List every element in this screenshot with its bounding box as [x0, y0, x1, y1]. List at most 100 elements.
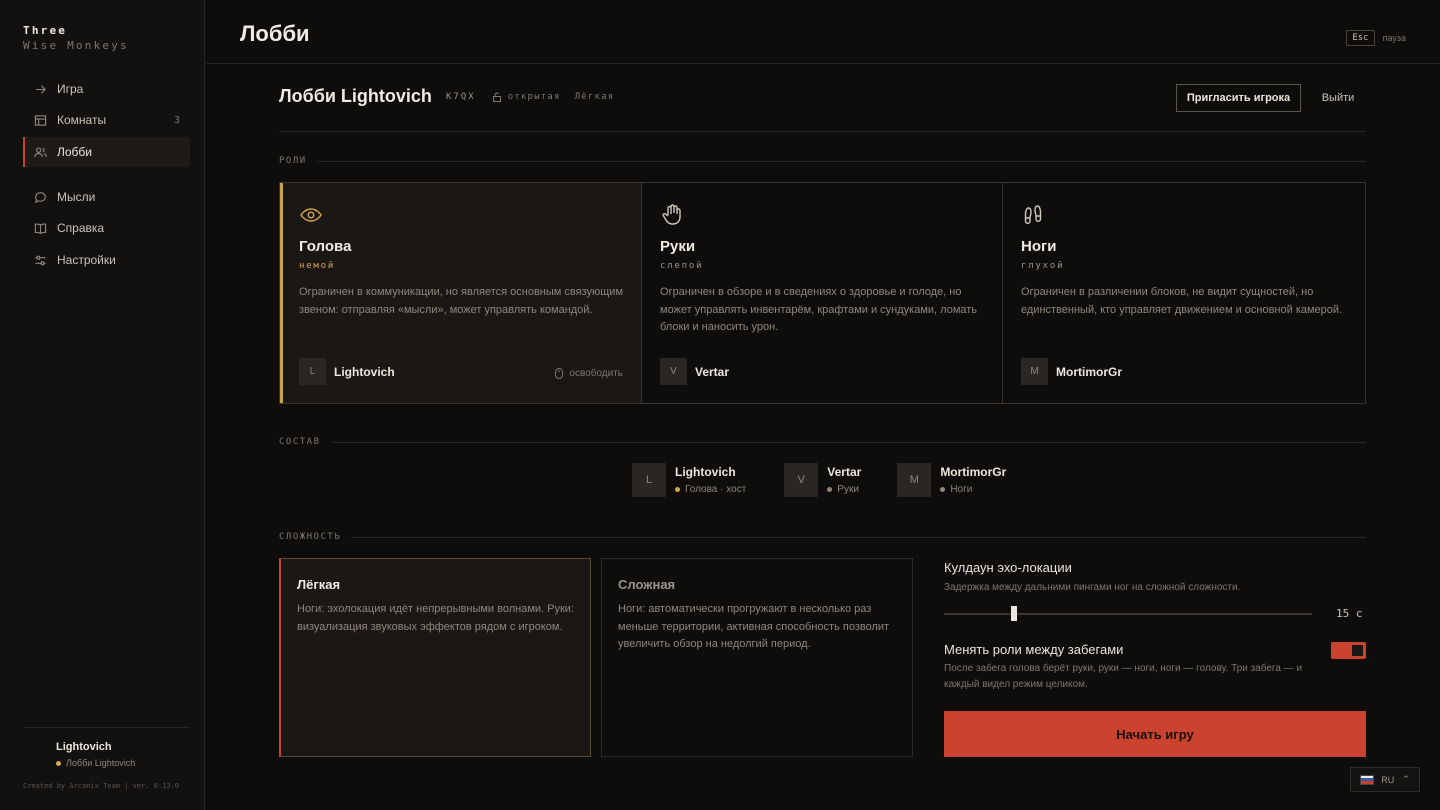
- mouse-icon: [555, 368, 564, 379]
- roster-member[interactable]: L Lightovich Голова · хост: [632, 463, 746, 497]
- sidebar-item-thoughts[interactable]: Мысли: [23, 182, 190, 212]
- section-roster: СОСТАВ: [279, 437, 1366, 447]
- member-role-label: Ноги: [950, 484, 973, 495]
- role-name: Голова: [299, 238, 352, 255]
- host-dot: [675, 487, 680, 492]
- language-selector[interactable]: RU ⌃: [1350, 767, 1420, 792]
- avatar: V: [784, 463, 819, 497]
- echo-cooldown-slider[interactable]: [944, 606, 1312, 621]
- member-name: Vertar: [827, 465, 862, 479]
- role-player: V Vertar: [660, 358, 729, 385]
- esc-key: Esc: [1346, 30, 1375, 46]
- roster-member[interactable]: V Vertar Руки: [784, 463, 861, 497]
- role-description: Ограничен в коммуникации, но является ос…: [299, 286, 624, 316]
- sidebar-item-help[interactable]: Справка: [23, 213, 190, 243]
- brand-line-1: Three: [23, 24, 68, 37]
- roles-grid: Голова немой Ограничен в коммуникации, н…: [279, 182, 1366, 404]
- slider-thumb[interactable]: [1010, 606, 1017, 621]
- role-name: Руки: [660, 238, 696, 255]
- sidebar-item-lobby[interactable]: Лобби: [23, 137, 190, 167]
- book-icon: [33, 221, 47, 235]
- difficulty-name: Лёгкая: [297, 577, 341, 592]
- sidebar-user-lobby: Лобби Lightovich: [56, 758, 135, 768]
- role-dot: [940, 487, 946, 492]
- roster: L Lightovich Голова · хост V Vertar Руки…: [632, 463, 1026, 497]
- difficulty-hard-card[interactable]: Сложная Ноги: автоматически прогружают в…: [601, 558, 913, 757]
- credit-text: Created by Arcanix Team | ver. 0.13.0: [23, 782, 179, 790]
- status-dot: [56, 760, 61, 766]
- brand-logo[interactable]: Three Wise Monkeys: [23, 24, 129, 52]
- brand-line-2: Wise Monkeys: [23, 39, 129, 52]
- flag-ru-icon: [1360, 774, 1375, 785]
- language-label: RU: [1381, 774, 1395, 785]
- sidebar-item-label: Мысли: [57, 190, 96, 204]
- avatar: M: [897, 463, 932, 497]
- member-name: Lightovich: [675, 465, 736, 479]
- hand-icon: [660, 203, 684, 227]
- role-player: M MortimorGr: [1021, 358, 1122, 385]
- member-info: Vertar Руки: [827, 463, 861, 495]
- difficulty-description: Ноги: эхолокация идёт непрерывными волна…: [297, 603, 575, 633]
- lobby-access: открытая: [507, 92, 561, 102]
- difficulty-description: Ноги: автоматически прогружают в несколь…: [618, 603, 890, 650]
- role-tag: слепой: [660, 261, 704, 271]
- role-description: Ограничен в различении блоков, не видит …: [1021, 286, 1343, 316]
- echo-cooldown-value: 15 с: [1336, 607, 1363, 620]
- chevron-up-icon: ⌃: [1402, 774, 1410, 784]
- page-title: Лобби: [240, 21, 310, 46]
- start-game-button[interactable]: Начать игру: [944, 711, 1366, 757]
- member-info: Lightovich Голова · хост: [675, 463, 746, 495]
- chat-icon: [33, 190, 47, 204]
- top-header: Лобби Esc пауза: [206, 0, 1440, 64]
- sidebar-item-rooms[interactable]: Комнаты 3: [23, 105, 190, 135]
- member-role-label: Руки: [837, 484, 859, 495]
- sliders-icon: [33, 253, 47, 267]
- member-role: Руки: [827, 484, 861, 495]
- player-name: Lightovich: [334, 364, 395, 379]
- avatar: L: [632, 463, 666, 497]
- divider: [279, 131, 1366, 132]
- exit-button[interactable]: Выйти: [1310, 84, 1366, 112]
- section-roster-label: СОСТАВ: [279, 437, 321, 447]
- member-role-label: Голова · хост: [685, 484, 747, 495]
- swap-roles-toggle[interactable]: [1331, 642, 1366, 659]
- rooms-icon: [33, 113, 47, 127]
- role-card-hands[interactable]: Руки слепой Ограничен в обзоре и в сведе…: [642, 183, 1003, 403]
- sidebar-item-label: Игра: [57, 82, 84, 96]
- echo-cooldown-description: Задержка между дальними пингами ног на с…: [944, 582, 1241, 593]
- section-roles-label: РОЛИ: [279, 156, 307, 166]
- member-info: MortimorGr Ноги: [940, 463, 1006, 495]
- member-role: Ноги: [940, 484, 1006, 495]
- lobby-code[interactable]: K7QX: [446, 92, 476, 102]
- swap-roles-description: После забега голова берёт руки, руки — н…: [944, 663, 1303, 690]
- esc-hint[interactable]: Esc пауза: [1346, 30, 1406, 46]
- invite-player-button[interactable]: Пригласить игрока: [1176, 84, 1301, 112]
- player-name: MortimorGr: [1056, 364, 1122, 379]
- role-tag: глухой: [1021, 261, 1065, 271]
- difficulty-easy-card[interactable]: Лёгкая Ноги: эхолокация идёт непрерывным…: [279, 558, 591, 757]
- sidebar-item-settings[interactable]: Настройки: [23, 245, 190, 275]
- avatar: L: [299, 358, 326, 385]
- sidebar-item-label: Комнаты: [57, 113, 107, 127]
- toggle-knob: [1352, 645, 1363, 656]
- role-dot: [827, 487, 833, 492]
- echo-cooldown-title: Кулдаун эхо-локации: [944, 560, 1072, 575]
- users-icon: [33, 145, 47, 159]
- member-role: Голова · хост: [675, 484, 746, 495]
- role-player: L Lightovich: [299, 358, 395, 385]
- player-name: Vertar: [695, 364, 730, 379]
- sidebar-item-label: Справка: [57, 221, 105, 235]
- role-card-legs[interactable]: Ноги глухой Ограничен в различении блоко…: [1003, 183, 1365, 403]
- release-label: освободить: [569, 368, 623, 379]
- roster-member[interactable]: M MortimorGr Ноги: [897, 463, 1006, 497]
- sidebar-user-name[interactable]: Lightovich: [56, 741, 112, 753]
- role-card-head[interactable]: Голова немой Ограничен в коммуникации, н…: [280, 183, 642, 403]
- lobby-meta: K7QX открытая Лёгкая: [446, 92, 614, 102]
- member-name: MortimorGr: [940, 465, 1007, 479]
- avatar: M: [1021, 358, 1048, 385]
- release-role-button[interactable]: освободить: [555, 368, 623, 379]
- sidebar-divider: [23, 727, 190, 728]
- section-difficulty: СЛОЖНОСТЬ: [279, 532, 1366, 542]
- sidebar-item-game[interactable]: Игра: [23, 74, 190, 104]
- sidebar-user-lobby-label: Лобби Lightovich: [66, 758, 136, 768]
